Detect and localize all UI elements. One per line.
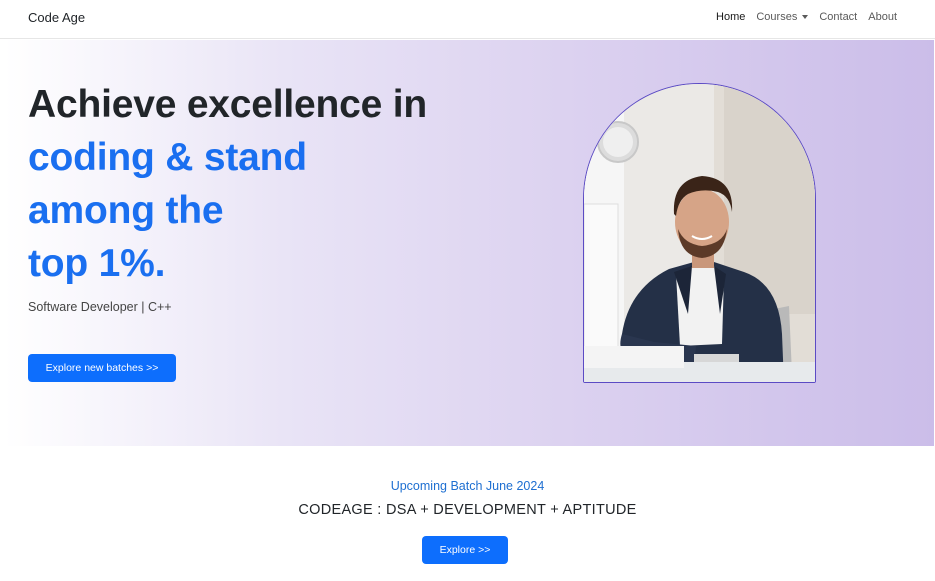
hero-photo [583,83,816,383]
nav-item-courses-label: Courses [756,11,798,23]
nav-menu: Home Courses Contact About [716,11,897,23]
hero-subtitle: Software Developer | C++ [28,300,172,314]
explore-button[interactable]: Explore >> [422,536,508,564]
upcoming-batch-label: Upcoming Batch June 2024 [390,479,545,493]
nav-item-courses[interactable]: Courses [756,11,809,23]
chevron-down-icon [802,15,809,19]
course-tagline: CODEAGE : DSA + DEVELOPMENT + APTITUDE [298,502,637,518]
navbar: Code Age Home Courses Contact About [0,0,935,39]
hero-headline: Achieve excellence in coding & stand amo… [28,78,458,290]
hero-section: Achieve excellence in coding & stand amo… [4,40,934,446]
headline-line-1: Achieve excellence in [28,83,428,126]
headline-line-2: coding & stand [28,136,307,179]
developer-photo-illustration [584,84,815,382]
nav-item-about[interactable]: About [868,11,897,23]
nav-item-contact[interactable]: Contact [819,11,857,23]
brand-logo[interactable]: Code Age [28,10,85,25]
explore-new-batches-button[interactable]: Explore new batches >> [28,354,176,382]
headline-line-3: among the [28,189,224,232]
nav-item-home[interactable]: Home [716,11,745,23]
headline-line-4: top 1%. [28,242,166,285]
